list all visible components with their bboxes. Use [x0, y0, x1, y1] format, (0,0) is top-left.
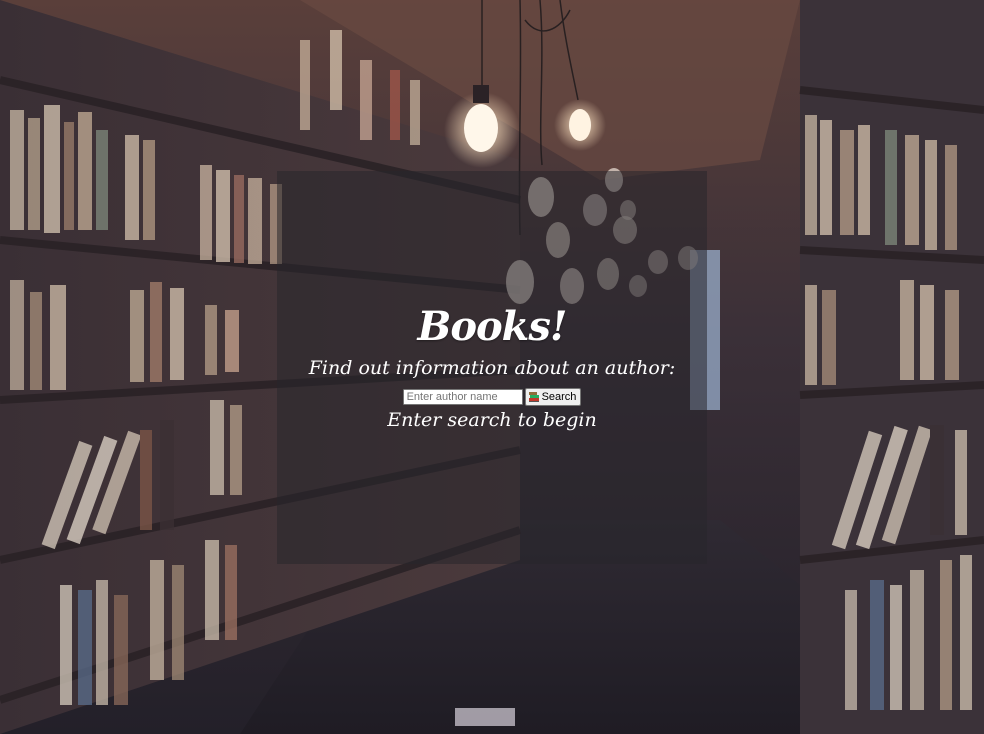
search-form: Search — [277, 388, 707, 406]
page-title: Books! — [417, 303, 568, 350]
author-search-input[interactable] — [402, 389, 523, 405]
books-icon — [528, 391, 540, 403]
status-message: Enter search to begin — [387, 409, 597, 431]
page-subtitle: Find out information about an author: — [308, 357, 676, 379]
search-button[interactable]: Search — [524, 388, 582, 406]
search-button-label: Search — [541, 391, 577, 403]
